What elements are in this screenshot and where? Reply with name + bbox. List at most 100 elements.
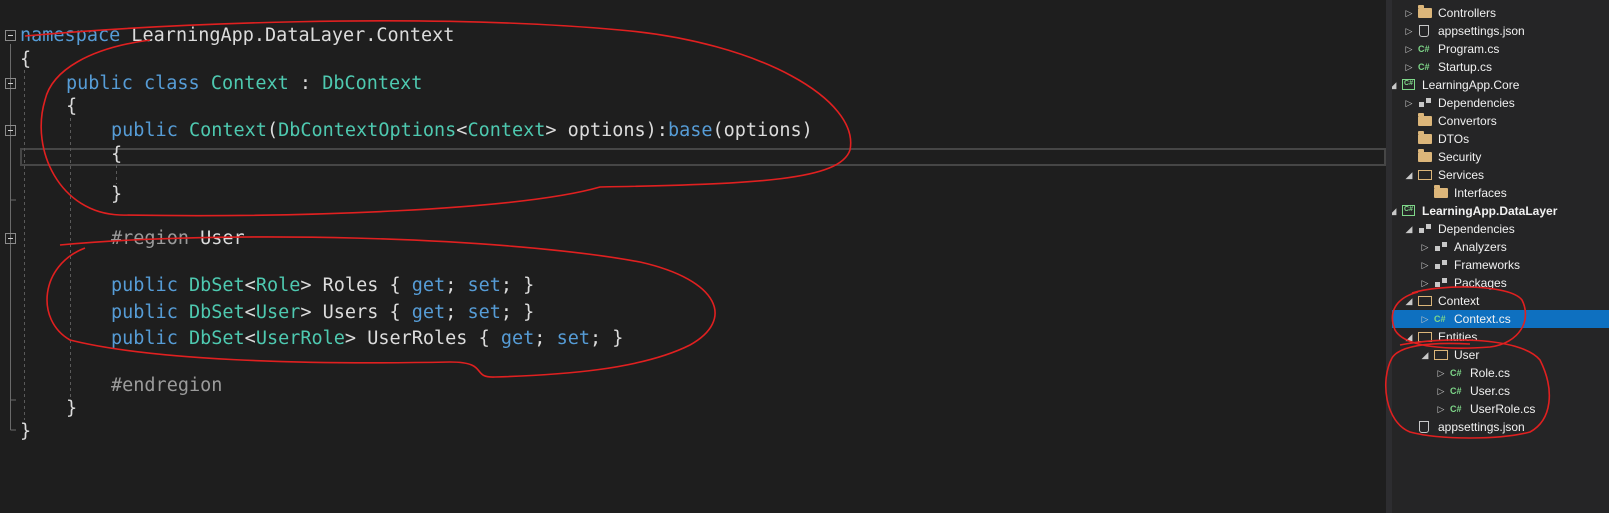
code-token: get <box>411 275 446 296</box>
code-line-brace2[interactable]: { <box>66 95 77 119</box>
code-token: User <box>188 228 245 249</box>
tree-item-label: Entities <box>1438 330 1478 344</box>
tree-item-label: Services <box>1438 168 1485 182</box>
expanded-arrow-icon[interactable]: ◢ <box>1404 220 1414 238</box>
collapsed-arrow-icon[interactable]: ▷ <box>1420 238 1430 256</box>
tree-item-dependencies[interactable]: ▷ Dependencies <box>1392 94 1609 112</box>
folder-open-icon <box>1434 348 1449 362</box>
tree-item-interfaces[interactable]: Interfaces <box>1392 184 1609 202</box>
code-token: { <box>20 49 32 70</box>
code-token: DbSet <box>188 328 245 349</box>
code-token: set <box>467 302 501 323</box>
code-line-class[interactable]: public class Context : DbContext <box>66 72 422 96</box>
expanded-arrow-icon[interactable]: ◢ <box>1392 76 1398 94</box>
code-token: namespace <box>20 25 121 46</box>
code-token: base <box>667 120 713 141</box>
tree-item-packages[interactable]: ▷ Packages <box>1392 274 1609 292</box>
collapsed-arrow-icon[interactable]: ▷ <box>1436 400 1446 418</box>
code-token: Context <box>210 73 289 94</box>
collapsed-arrow-icon[interactable]: ▷ <box>1404 40 1414 58</box>
tree-item-userrole-cs[interactable]: ▷ C# UserRole.cs <box>1392 400 1609 418</box>
code-line-endregion[interactable]: #endregion <box>111 374 222 398</box>
tree-item-services[interactable]: ◢ Services <box>1392 166 1609 184</box>
tree-item-context[interactable]: ◢ Context <box>1392 292 1609 310</box>
code-token: ; } <box>500 302 535 323</box>
code-line-brace1[interactable]: { <box>20 48 31 72</box>
tree-item-dependencies[interactable]: ◢ Dependencies <box>1392 220 1609 238</box>
json-icon <box>1418 420 1433 434</box>
tree-item-context-cs[interactable]: ▷ C# Context.cs <box>1392 310 1609 328</box>
code-token: set <box>467 275 501 296</box>
collapsed-arrow-icon[interactable]: ▷ <box>1404 22 1414 40</box>
tree-item-controllers[interactable]: ▷ Controllers <box>1392 4 1609 22</box>
tree-item-learningapp-datalayer[interactable]: ◢ C# LearningApp.DataLayer <box>1392 202 1609 220</box>
collapse-toggle-class[interactable] <box>5 78 16 89</box>
code-token: : <box>288 73 323 94</box>
code-token: public <box>66 73 133 94</box>
collapsed-arrow-icon[interactable]: ▷ <box>1404 4 1414 22</box>
code-line-brace3[interactable]: { <box>111 143 122 167</box>
code-line-brace5[interactable]: } <box>66 397 77 421</box>
code-token: { <box>111 144 123 165</box>
code-line-brace4[interactable]: } <box>111 183 122 207</box>
code-token: #region <box>111 228 189 249</box>
folder-icon <box>1418 113 1433 128</box>
tree-item-program-cs[interactable]: ▷ C# Program.cs <box>1392 40 1609 58</box>
folder-icon <box>1418 149 1433 164</box>
code-line-region[interactable]: #region User <box>111 227 245 251</box>
code-line-ctor[interactable]: public Context(DbContextOptions<Context>… <box>111 119 813 143</box>
tree-item-learningapp-core[interactable]: ◢ C# LearningApp.Core <box>1392 76 1609 94</box>
expanded-arrow-icon[interactable]: ◢ <box>1404 292 1414 310</box>
code-token: public <box>111 328 178 349</box>
tree-item-frameworks[interactable]: ▷ Frameworks <box>1392 256 1609 274</box>
tree-item-entities[interactable]: ◢ Entities <box>1392 328 1609 346</box>
collapsed-arrow-icon[interactable]: ▷ <box>1420 256 1430 274</box>
collapsed-arrow-icon[interactable]: ▷ <box>1404 58 1414 76</box>
tree-item-convertors[interactable]: Convertors <box>1392 112 1609 130</box>
code-line-userroles[interactable]: public DbSet<UserRole> UserRoles { get ; … <box>111 327 623 351</box>
code-token: ; <box>534 328 557 349</box>
collapsed-arrow-icon[interactable]: ▷ <box>1420 274 1430 292</box>
tree-item-label: User.cs <box>1470 384 1511 398</box>
code-line-roles[interactable]: public DbSet<Role> Roles { get; set; } <box>111 274 534 298</box>
collapse-toggle-ns[interactable] <box>5 30 16 41</box>
tree-item-dtos[interactable]: DTOs <box>1392 130 1609 148</box>
code-token: > Roles { <box>300 275 412 296</box>
collapsed-arrow-icon[interactable]: ▷ <box>1436 382 1446 400</box>
code-token: DbContext <box>322 73 423 94</box>
expanded-arrow-icon[interactable]: ◢ <box>1404 166 1414 184</box>
dependencies-icon <box>1434 240 1449 254</box>
collapsed-arrow-icon[interactable]: ▷ <box>1404 94 1414 112</box>
tree-item-role-cs[interactable]: ▷ C# Role.cs <box>1392 364 1609 382</box>
expanded-arrow-icon[interactable]: ◢ <box>1420 346 1430 364</box>
code-token: class <box>143 73 200 94</box>
code-token: < <box>244 328 256 349</box>
code-token: User <box>255 302 301 323</box>
tree-item-appsettings-json[interactable]: ▷ appsettings.json <box>1392 22 1609 40</box>
solution-explorer-tree[interactable]: ▷ Controllers ▷ appsettings.json ▷ C# Program.… <box>1392 0 1609 513</box>
code-line-brace6[interactable]: } <box>20 420 31 444</box>
collapsed-arrow-icon[interactable]: ▷ <box>1436 364 1446 382</box>
tree-item-startup-cs[interactable]: ▷ C# Startup.cs <box>1392 58 1609 76</box>
collapsed-arrow-icon[interactable]: ▷ <box>1420 310 1430 328</box>
code-line-users[interactable]: public DbSet<User> Users { get; set; } <box>111 301 534 325</box>
tree-item-appsettings-json[interactable]: appsettings.json <box>1392 418 1609 436</box>
tree-item-label: Packages <box>1454 276 1507 290</box>
tree-item-label: appsettings.json <box>1438 24 1525 38</box>
tree-item-security[interactable]: Security <box>1392 148 1609 166</box>
expanded-arrow-icon[interactable]: ◢ <box>1392 202 1398 220</box>
code-line-ns[interactable]: namespace LearningApp.DataLayer.Context <box>20 24 454 48</box>
code-editor[interactable]: namespace LearningApp.DataLayer.Context{… <box>0 0 1386 513</box>
expanded-arrow-icon[interactable]: ◢ <box>1404 328 1414 346</box>
folder-open-icon <box>1418 168 1433 182</box>
tree-item-user[interactable]: ◢ User <box>1392 346 1609 364</box>
tree-item-user-cs[interactable]: ▷ C# User.cs <box>1392 382 1609 400</box>
collapse-toggle-ctor[interactable] <box>5 125 16 136</box>
tree-item-analyzers[interactable]: ▷ Analyzers <box>1392 238 1609 256</box>
collapse-toggle-region[interactable] <box>5 233 16 244</box>
tree-item-label: Context.cs <box>1454 312 1511 326</box>
project-icon: C# <box>1402 204 1417 218</box>
